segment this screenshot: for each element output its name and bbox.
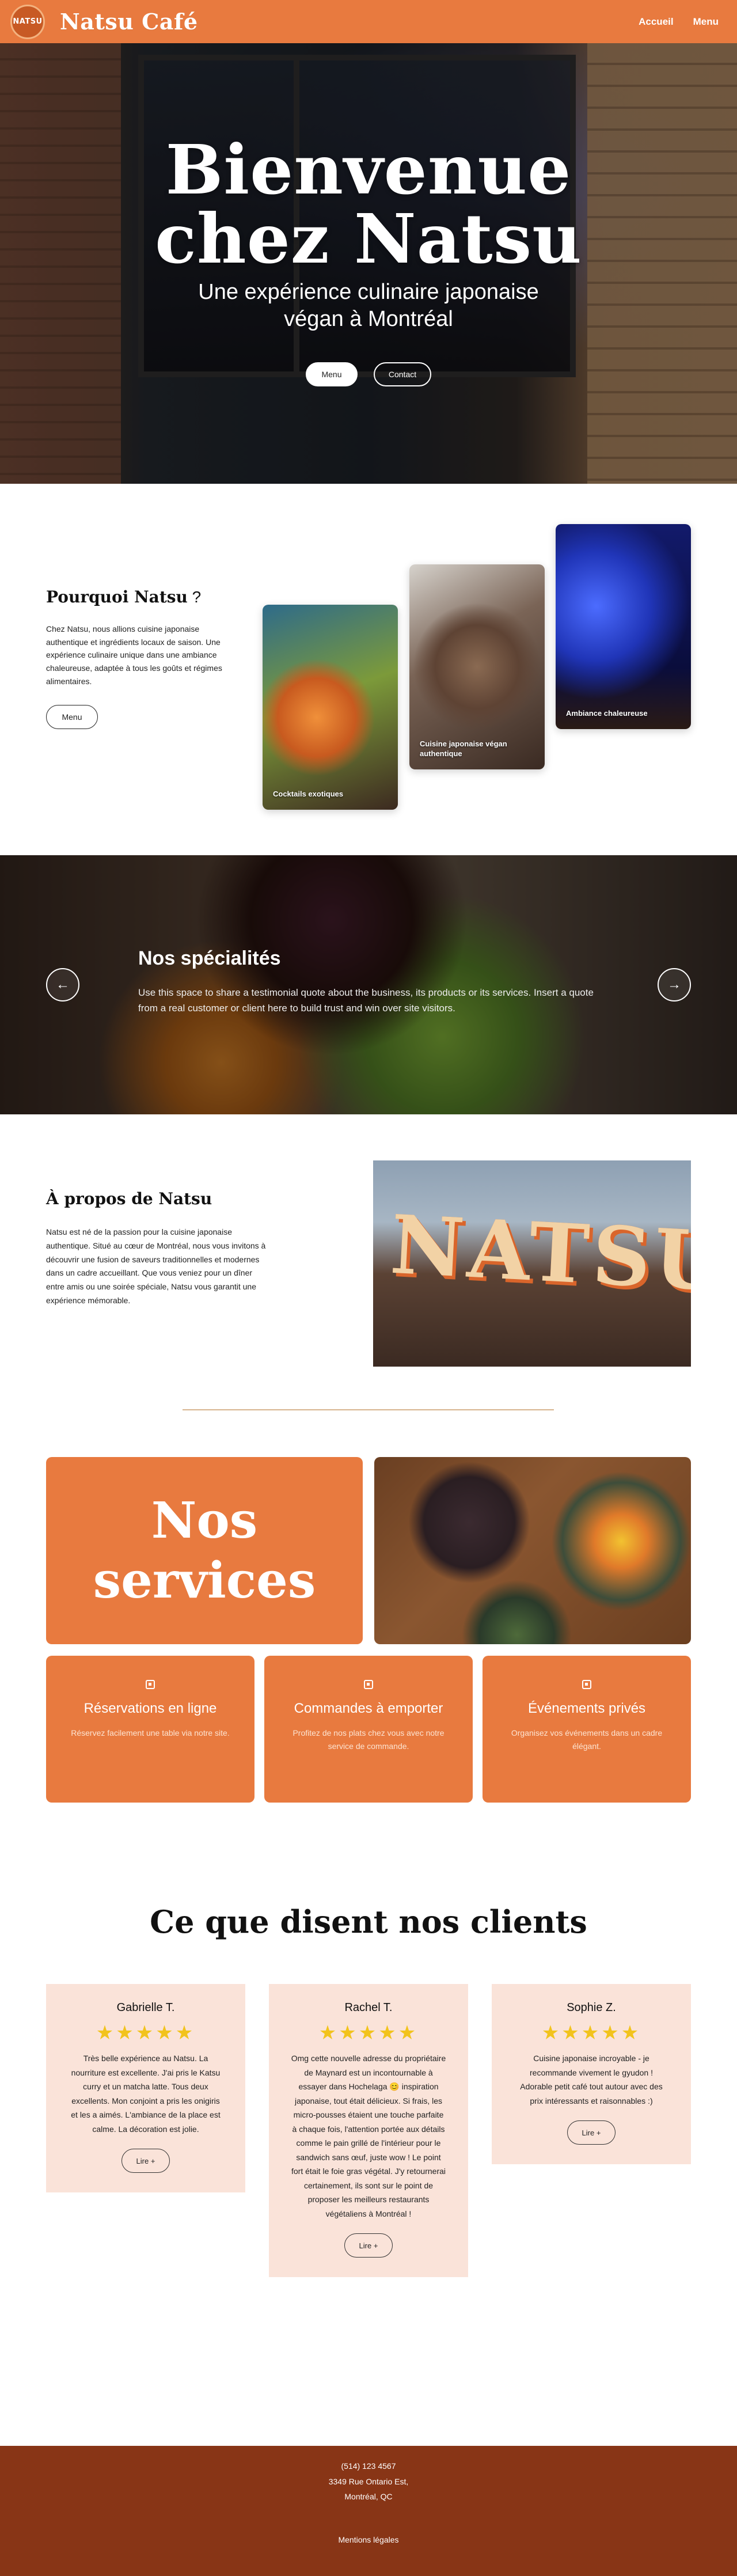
testimonials-section: Ce que disent nos clients Gabrielle T. ★…	[0, 1863, 737, 2446]
photo-card-ambiance[interactable]: Ambiance chaleureuse	[556, 524, 691, 729]
section-divider	[183, 1409, 554, 1410]
specialties-text: Use this space to share a testimonial qu…	[138, 987, 594, 1014]
hero-menu-button[interactable]: Menu	[306, 362, 358, 386]
hero-contact-button[interactable]: Contact	[374, 362, 431, 386]
services-cards: Réservations en ligne Réservez facilemen…	[46, 1656, 691, 1803]
about-section: À propos de Natsu Natsu est né de la pas…	[0, 1114, 737, 1411]
testimonial-name: Sophie Z.	[567, 2001, 616, 2014]
footer-address-line1: 3349 Rue Ontario Est,	[328, 2476, 409, 2486]
hero-section: Bienvenue chez Natsu Une expérience culi…	[0, 43, 737, 484]
photo-card-cuisine[interactable]: Cuisine japonaise végan authentique	[409, 564, 545, 769]
read-more-button[interactable]: Lire +	[567, 2120, 616, 2145]
photo-card-cocktails[interactable]: Cocktails exotiques	[263, 605, 398, 810]
testimonial-text: Cuisine japonaise incroyable - je recomm…	[520, 2054, 663, 2105]
brand-name[interactable]: Natsu Café	[60, 9, 198, 35]
read-more-button[interactable]: Lire +	[121, 2149, 170, 2173]
service-text: Réservez facilement une table via notre …	[71, 1728, 230, 1738]
site-footer: (514) 123 4567 3349 Rue Ontario Est, Mon…	[0, 2446, 737, 2576]
testimonial-card: Sophie Z. ★★★★★ Cuisine japonaise incroy…	[492, 1984, 691, 2164]
nav-accueil[interactable]: Accueil	[639, 16, 673, 28]
service-title: Commandes à emporter	[294, 1701, 443, 1716]
star-rating-icon: ★★★★★	[96, 2022, 196, 2044]
footer-address-line2: Montréal, QC	[344, 2492, 393, 2502]
photo-caption: Cuisine japonaise végan authentique	[420, 739, 507, 758]
testimonial-card: Rachel T. ★★★★★ Omg cette nouvelle adres…	[269, 1984, 468, 2277]
services-title-block: Nos services	[46, 1457, 363, 1644]
about-text-block: À propos de Natsu Natsu est né de la pas…	[46, 1189, 271, 1308]
services-title: Nos services	[93, 1492, 316, 1610]
hero-buttons: Menu Contact	[0, 362, 737, 386]
why-title: Pourquoi Natsu ?	[46, 587, 202, 606]
testimonial-text: Omg cette nouvelle adresse du propriétai…	[291, 2054, 446, 2218]
logo[interactable]: NATSU	[10, 4, 45, 39]
testimonial-name: Rachel T.	[344, 2001, 393, 2014]
services-food-photo	[374, 1457, 691, 1644]
about-title: À propos de Natsu	[46, 1189, 212, 1208]
service-text: Profitez de nos plats chez vous avec not…	[292, 1728, 445, 1751]
slider-next-arrow-icon[interactable]: →	[658, 968, 691, 1001]
testimonial-name: Gabrielle T.	[116, 2001, 175, 2014]
specialties-slider: ← Nos spécialités Use this space to shar…	[0, 855, 737, 1114]
photo-caption: Cocktails exotiques	[273, 790, 344, 799]
services-section: Nos services Réservations en ligne Réser…	[0, 1411, 737, 1863]
specialties-content: Nos spécialités Use this space to share …	[138, 947, 599, 1016]
hero-content: Bienvenue chez Natsu Une expérience culi…	[0, 135, 737, 386]
legal-notice-link[interactable]: Mentions légales	[338, 2532, 398, 2548]
photo-caption: Ambiance chaleureuse	[566, 709, 648, 718]
service-card-takeout[interactable]: Commandes à emporter Profitez de nos pla…	[264, 1656, 473, 1803]
slider-prev-arrow-icon[interactable]: ←	[46, 968, 79, 1001]
testimonial-text: Très belle expérience au Natsu. La nourr…	[71, 2054, 221, 2134]
service-icon	[364, 1680, 373, 1689]
site-header: NATSU Natsu Café Accueil Menu	[0, 0, 737, 43]
why-text-block: Pourquoi Natsu ? Chez Natsu, nous allion…	[46, 587, 242, 730]
service-icon	[146, 1680, 155, 1689]
service-icon	[582, 1680, 591, 1689]
nav-menu[interactable]: Menu	[693, 16, 719, 28]
main-nav: Accueil Menu	[639, 16, 719, 28]
service-title: Événements privés	[527, 1701, 646, 1716]
why-menu-button[interactable]: Menu	[46, 705, 98, 730]
service-card-events[interactable]: Événements privés Organisez vos événemen…	[483, 1656, 691, 1803]
read-more-button[interactable]: Lire +	[344, 2233, 393, 2258]
hero-subtitle: Une expérience culinaire japonaise végan…	[198, 279, 539, 332]
specialties-title: Nos spécialités	[138, 947, 281, 969]
star-rating-icon: ★★★★★	[318, 2022, 419, 2044]
hero-title: Bienvenue chez Natsu	[155, 130, 582, 279]
about-storefront-photo: NATSU	[373, 1160, 691, 1367]
footer-phone: (514) 123 4567	[341, 2461, 396, 2471]
star-rating-icon: ★★★★★	[541, 2022, 641, 2044]
testimonials-title: Ce que disent nos clients	[150, 1903, 587, 1940]
service-text: Organisez vos événements dans un cadre é…	[511, 1728, 663, 1751]
why-paragraph: Chez Natsu, nous allions cuisine japonai…	[46, 624, 222, 686]
testimonial-card: Gabrielle T. ★★★★★ Très belle expérience…	[46, 1984, 245, 2192]
storefront-sign: NATSU	[388, 1197, 691, 1310]
about-paragraph: Natsu est né de la passion pour la cuisi…	[46, 1227, 266, 1305]
why-section: Pourquoi Natsu ? Chez Natsu, nous allion…	[0, 484, 737, 855]
service-card-reservations[interactable]: Réservations en ligne Réservez facilemen…	[46, 1656, 254, 1803]
service-title: Réservations en ligne	[83, 1701, 217, 1716]
